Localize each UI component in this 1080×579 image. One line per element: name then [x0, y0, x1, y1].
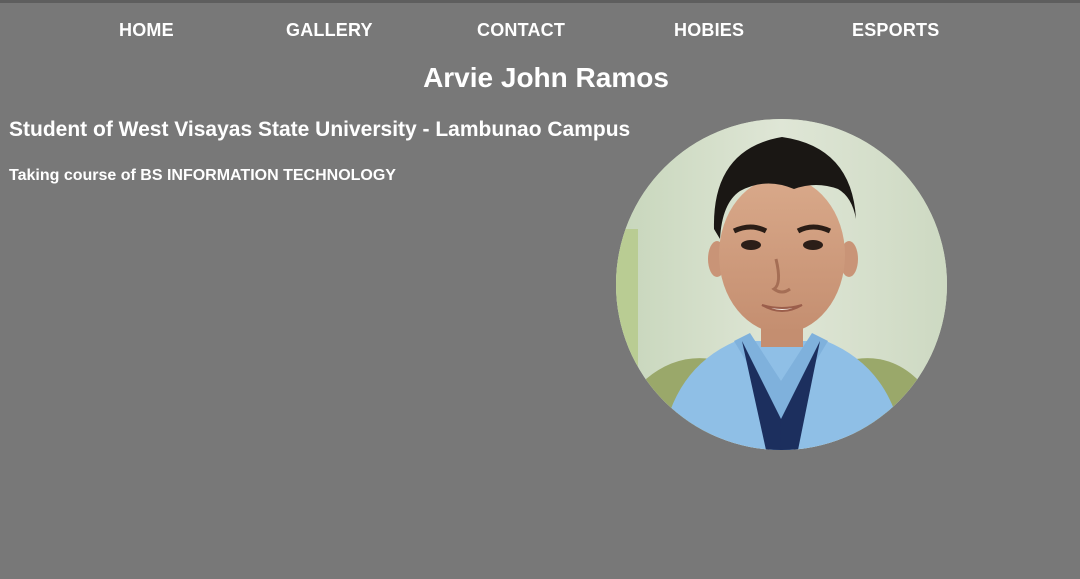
profile-photo-illustration — [616, 119, 947, 450]
nav-link-esports[interactable]: ESPORTS — [852, 20, 939, 41]
page-title: Arvie John Ramos — [423, 62, 669, 93]
top-divider — [0, 0, 1080, 3]
course-text: Taking course of BS INFORMATION TECHNOLO… — [9, 167, 396, 184]
nav-link-gallery[interactable]: GALLERY — [286, 20, 373, 41]
nav-link-hobies[interactable]: HOBIES — [674, 20, 744, 41]
profile-photo — [616, 119, 947, 450]
nav-link-contact[interactable]: CONTACT — [477, 20, 565, 41]
profile-subtitle: Student of West Visayas State University… — [9, 118, 631, 141]
nav-link-home[interactable]: HOME — [119, 20, 174, 41]
